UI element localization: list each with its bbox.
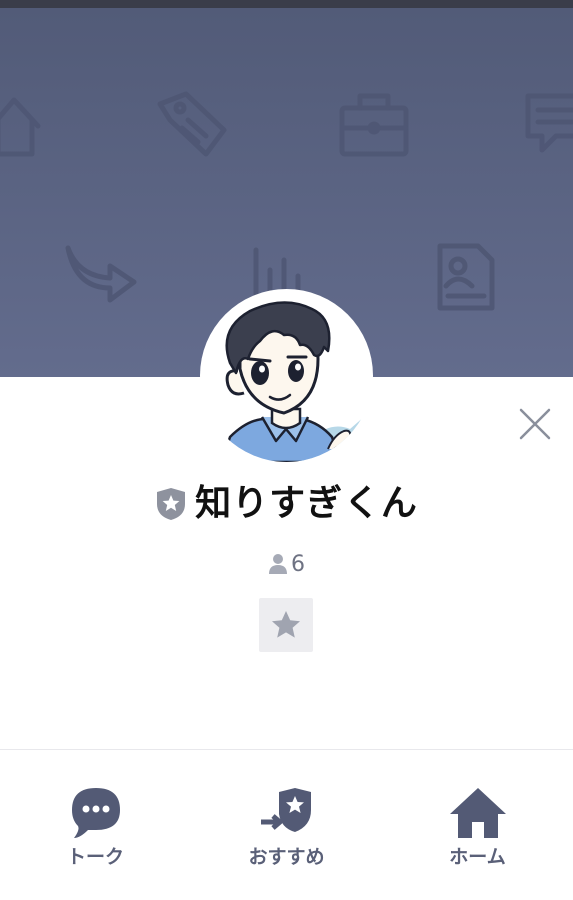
- home-icon: [449, 788, 506, 838]
- profile-name-row: 知りすぎくん: [0, 478, 573, 530]
- cover-document-icon: [437, 243, 495, 311]
- avatar-illustration: [220, 301, 373, 462]
- favorite-button[interactable]: [259, 598, 313, 652]
- recommend-badge-icon: [260, 788, 311, 832]
- nav-talk-label: トーク: [66, 846, 124, 868]
- profile-name: 知りすぎくん: [195, 483, 418, 524]
- friend-count-row[interactable]: 6: [0, 548, 573, 580]
- status-bar: [0, 0, 573, 8]
- chat-bubble-icon: [71, 788, 120, 838]
- nav-talk[interactable]: トーク: [0, 750, 191, 900]
- nav-home-label: ホーム: [449, 846, 506, 868]
- cover-house-icon: [0, 97, 41, 157]
- friend-count: 6: [291, 551, 305, 577]
- profile-screen: 知りすぎくん 6 トーク おすすめ ホーム: [0, 0, 573, 900]
- nav-recommend-label: おすすめ: [248, 846, 325, 868]
- profile-avatar[interactable]: [200, 289, 373, 462]
- person-icon: [269, 554, 287, 574]
- official-account-badge-icon: [157, 488, 186, 520]
- bottom-navigation: トーク おすすめ ホーム: [0, 750, 573, 900]
- star-icon: [272, 611, 300, 638]
- close-icon: [519, 408, 551, 440]
- nav-recommend[interactable]: おすすめ: [191, 750, 382, 900]
- cover-share-icon: [65, 245, 137, 303]
- close-button[interactable]: [513, 402, 557, 446]
- nav-home[interactable]: ホーム: [382, 750, 573, 900]
